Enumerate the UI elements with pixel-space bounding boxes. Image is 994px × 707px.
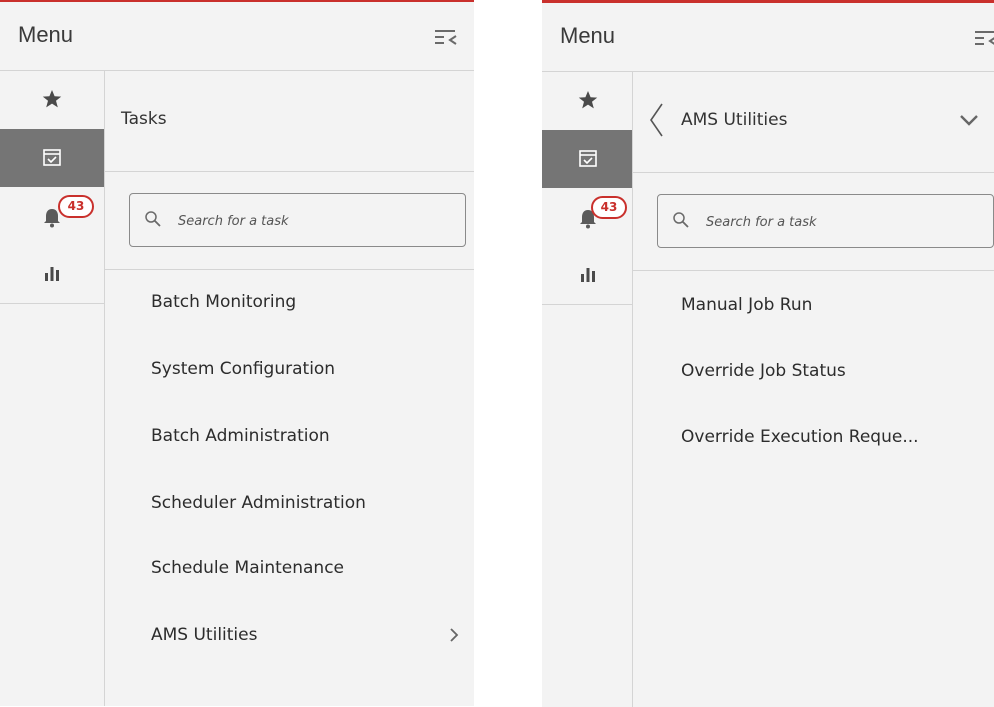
rail-item-favorites[interactable] xyxy=(542,72,632,130)
menu-rail: 43 xyxy=(0,71,105,706)
calendar-check-icon xyxy=(579,150,597,167)
task-item-label: System Configuration xyxy=(151,359,336,379)
search-box xyxy=(129,193,466,248)
expand-button[interactable] xyxy=(958,112,980,130)
task-item-label: Scheduler Administration xyxy=(151,493,366,513)
ams-utilities-content: AMS Utilities Manual Job Run Override Jo… xyxy=(633,72,994,707)
task-item-label: Override Job Status xyxy=(681,361,846,381)
content-header: AMS Utilities xyxy=(633,72,994,173)
task-item-scheduler-administration[interactable]: Scheduler Administration xyxy=(151,483,462,523)
search-icon xyxy=(673,212,689,228)
content-header: Tasks xyxy=(105,71,474,172)
notification-count-badge: 43 xyxy=(58,195,94,218)
tasks-content: Tasks Batch Monitoring System Configurat… xyxy=(105,71,474,706)
menu-panel-tasks: Menu 43 Tasks Search for a task Batch Mo… xyxy=(0,0,474,706)
task-item-batch-monitoring[interactable]: Batch Monitoring xyxy=(151,282,462,322)
task-item-ams-utilities[interactable]: AMS Utilities xyxy=(151,615,462,655)
task-item-label: Schedule Maintenance xyxy=(151,558,345,578)
rail-item-tasks[interactable] xyxy=(542,130,632,188)
rail-item-tasks[interactable] xyxy=(0,129,104,187)
star-icon xyxy=(578,91,598,109)
rail-item-favorites[interactable] xyxy=(0,71,104,129)
task-item-label: Manual Job Run xyxy=(681,295,813,315)
task-item-manual-job-run[interactable]: Manual Job Run xyxy=(681,285,982,325)
chevron-left-icon xyxy=(650,103,663,137)
search-divider xyxy=(633,270,994,271)
bar-chart-icon xyxy=(45,267,59,281)
task-item-label: AMS Utilities xyxy=(151,625,258,645)
bar-chart-icon xyxy=(581,268,595,282)
task-item-override-job-status[interactable]: Override Job Status xyxy=(681,351,982,391)
search-divider xyxy=(105,269,474,270)
task-item-schedule-maintenance[interactable]: Schedule Maintenance xyxy=(151,548,462,588)
task-item-system-configuration[interactable]: System Configuration xyxy=(151,349,462,389)
collapse-menu-icon[interactable] xyxy=(432,26,462,50)
menu-header: Menu xyxy=(0,2,474,71)
menu-title: Menu xyxy=(18,22,74,47)
rail-item-notifications[interactable]: 43 xyxy=(542,188,632,246)
menu-header: Menu xyxy=(542,3,994,72)
task-item-label: Batch Monitoring xyxy=(151,292,297,312)
rail-item-notifications[interactable]: 43 xyxy=(0,187,104,245)
search-input[interactable] xyxy=(176,194,459,248)
calendar-check-icon xyxy=(43,149,61,166)
search-input[interactable] xyxy=(704,195,987,249)
rail-item-reports[interactable] xyxy=(0,245,104,303)
collapse-menu-icon[interactable] xyxy=(972,27,994,51)
menu-panel-ams-utilities: Menu 43 AMS Utilities Search for a task … xyxy=(542,0,994,707)
chevron-down-icon xyxy=(960,115,978,126)
task-item-override-execution-request[interactable]: Override Execution Reque... xyxy=(681,417,982,457)
task-item-label: Override Execution Reque... xyxy=(681,427,919,447)
back-button[interactable] xyxy=(647,98,667,142)
task-item-label: Batch Administration xyxy=(151,426,330,446)
page-title: Tasks xyxy=(121,109,167,129)
task-item-batch-administration[interactable]: Batch Administration xyxy=(151,416,462,456)
notification-count-badge: 43 xyxy=(591,196,627,219)
star-icon xyxy=(42,90,62,108)
rail-item-reports[interactable] xyxy=(542,246,632,304)
search-box xyxy=(657,194,994,249)
chevron-right-icon xyxy=(450,628,459,642)
menu-rail: 43 xyxy=(542,72,633,707)
menu-title: Menu xyxy=(560,23,616,48)
search-icon xyxy=(145,211,161,227)
rail-divider xyxy=(0,303,104,304)
rail-divider xyxy=(542,304,632,305)
page-title: AMS Utilities xyxy=(681,110,788,130)
